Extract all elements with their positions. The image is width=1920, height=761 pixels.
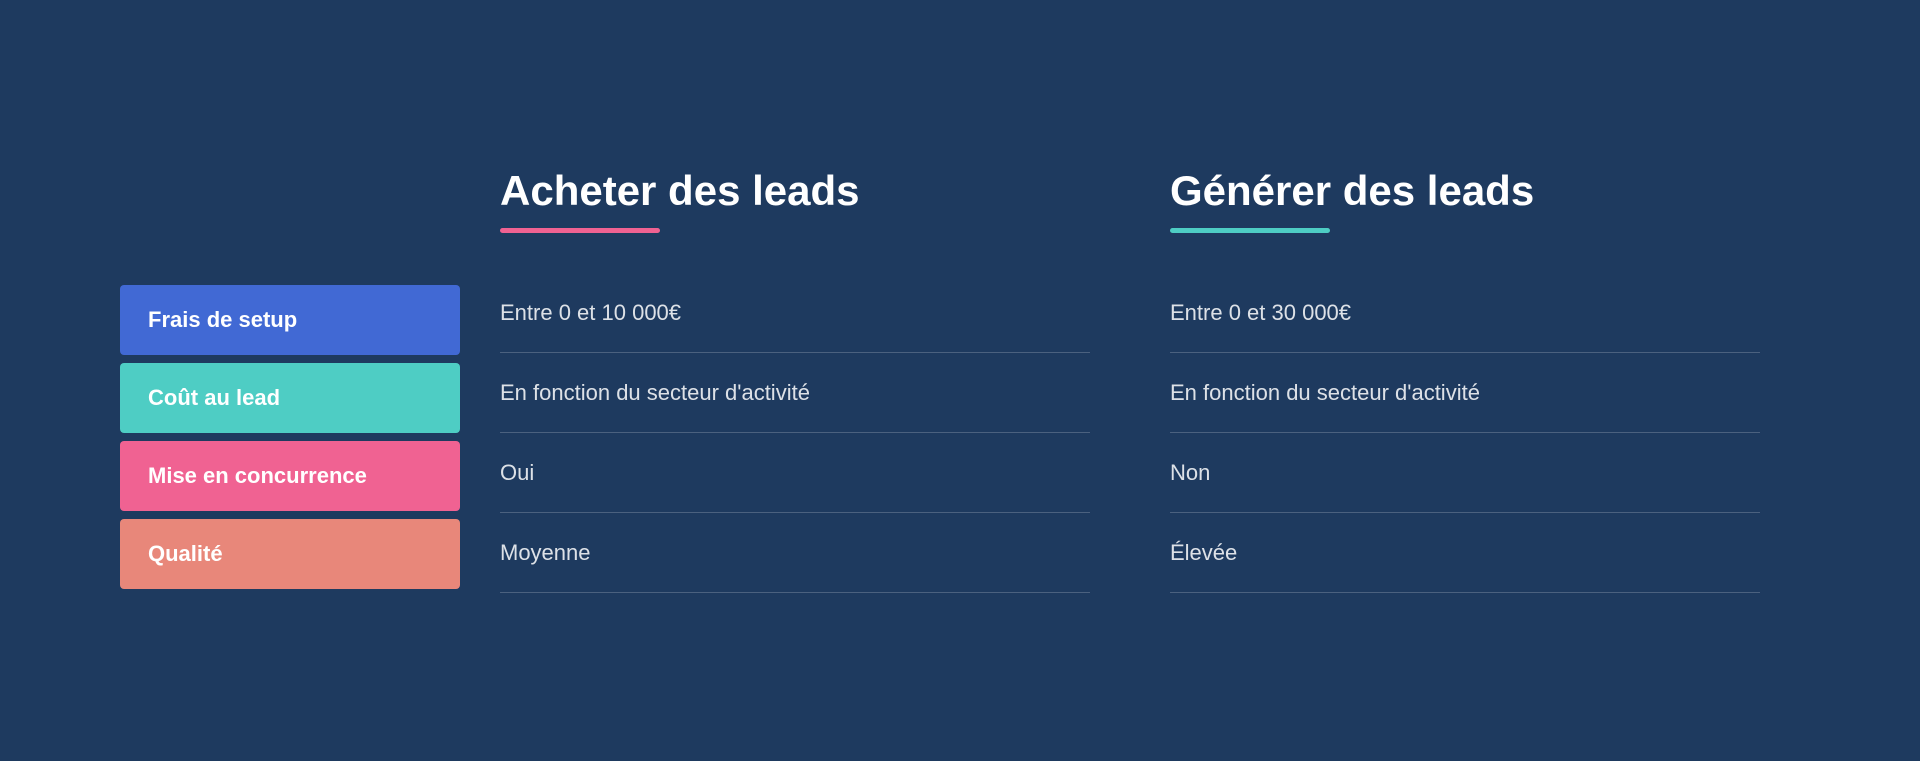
column-generer-rows: Entre 0 et 30 000€ En fonction du secteu…	[1170, 273, 1760, 593]
label-frais-de-setup: Frais de setup	[120, 285, 460, 355]
acheter-row-qualite: Moyenne	[500, 513, 1090, 593]
acheter-row-frais: Entre 0 et 10 000€	[500, 273, 1090, 353]
main-container: Frais de setup Coût au lead Mise en conc…	[0, 0, 1920, 761]
column-generer-title: Générer des leads	[1170, 168, 1760, 214]
acheter-row-cout: En fonction du secteur d'activité	[500, 353, 1090, 433]
column-acheter-underline	[500, 228, 660, 233]
column-generer-underline	[1170, 228, 1330, 233]
label-cout-au-lead: Coût au lead	[120, 363, 460, 433]
generer-row-qualite: Élevée	[1170, 513, 1760, 593]
generer-row-cout: En fonction du secteur d'activité	[1170, 353, 1760, 433]
label-qualite: Qualité	[120, 519, 460, 589]
column-acheter-header: Acheter des leads	[500, 168, 1090, 233]
label-mise-en-concurrence: Mise en concurrence	[120, 441, 460, 511]
acheter-row-concurrence: Oui	[500, 433, 1090, 513]
comparison-columns: Acheter des leads Entre 0 et 10 000€ En …	[460, 168, 1800, 593]
generer-row-concurrence: Non	[1170, 433, 1760, 513]
column-generer: Générer des leads Entre 0 et 30 000€ En …	[1130, 168, 1800, 593]
column-acheter-rows: Entre 0 et 10 000€ En fonction du secteu…	[500, 273, 1090, 593]
column-acheter: Acheter des leads Entre 0 et 10 000€ En …	[460, 168, 1130, 593]
labels-column: Frais de setup Coût au lead Mise en conc…	[120, 285, 460, 597]
column-acheter-title: Acheter des leads	[500, 168, 1090, 214]
column-generer-header: Générer des leads	[1170, 168, 1760, 233]
generer-row-frais: Entre 0 et 30 000€	[1170, 273, 1760, 353]
